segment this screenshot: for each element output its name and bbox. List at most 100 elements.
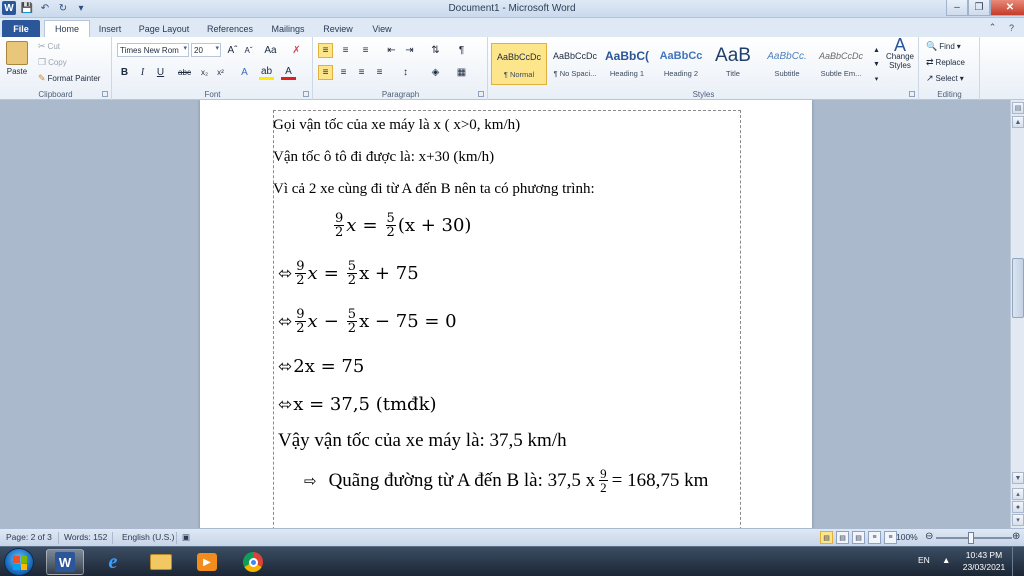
style-heading-2[interactable]: AaBbCc Heading 2 <box>653 43 709 85</box>
grow-font-icon[interactable]: Aˆ <box>225 43 240 58</box>
justify-icon[interactable]: ≡ <box>372 65 387 80</box>
vertical-scrollbar[interactable]: ▤ ▲ ▼ ▴ ● ▾ <box>1010 100 1024 528</box>
replace-button[interactable]: ⇄ Replace <box>926 57 965 68</box>
shrink-font-icon[interactable]: Aˇ <box>241 43 256 58</box>
cut-button[interactable]: ✂ Cut <box>38 41 60 52</box>
taskbar-chrome[interactable] <box>234 549 272 575</box>
zoom-in-icon[interactable]: ⊕ <box>1012 531 1020 542</box>
scroll-down-icon[interactable]: ▼ <box>1012 472 1024 484</box>
style-subtitle[interactable]: AaBbCc. Subtitle <box>759 43 815 85</box>
zoom-slider[interactable] <box>936 537 1012 539</box>
highlight-icon[interactable]: ab <box>259 65 274 80</box>
zoom-slider-thumb[interactable] <box>968 532 974 544</box>
page-indicator[interactable]: Page: 2 of 3 <box>6 532 52 542</box>
borders-icon[interactable]: ▦ <box>454 65 469 80</box>
language-indicator[interactable]: English (U.S.) <box>122 532 174 542</box>
clipboard-launcher[interactable] <box>102 91 108 97</box>
change-case-icon[interactable]: Aa <box>263 43 278 58</box>
decrease-indent-icon[interactable]: ⇤ <box>384 43 399 58</box>
ruler-toggle-icon[interactable]: ▤ <box>1012 102 1024 114</box>
previous-page-icon[interactable]: ▴ <box>1012 488 1024 500</box>
zoom-level[interactable]: 100% <box>896 532 918 542</box>
paste-button[interactable]: Paste <box>6 41 28 76</box>
restore-button[interactable]: ❐ <box>968 0 990 16</box>
minimize-button[interactable]: – <box>946 0 968 16</box>
subscript-icon[interactable]: x₂ <box>197 65 212 80</box>
styles-launcher[interactable] <box>909 91 915 97</box>
close-button[interactable]: ✕ <box>990 0 1024 16</box>
tab-references[interactable]: References <box>202 20 258 37</box>
style-normal[interactable]: AaBbCcDc ¶ Normal <box>491 43 547 85</box>
bold-icon[interactable]: B <box>117 65 132 80</box>
tab-review[interactable]: Review <box>318 20 358 37</box>
input-language[interactable]: EN <box>918 555 930 565</box>
styles-scroll-up-icon[interactable]: ▲ <box>869 43 884 58</box>
superscript-icon[interactable]: x² <box>213 65 228 80</box>
style-heading-1[interactable]: AaBbC( Heading 1 <box>599 43 655 85</box>
paragraph-launcher[interactable] <box>478 91 484 97</box>
multilevel-list-icon[interactable]: ≡ <box>358 43 373 58</box>
pilcrow-icon[interactable]: ¶ <box>454 43 469 58</box>
copy-button[interactable]: ❐ Copy <box>38 57 67 68</box>
italic-icon[interactable]: I <box>135 65 150 80</box>
full-screen-view-icon[interactable]: ▤ <box>836 531 849 544</box>
font-size-select[interactable]: 20 ▾ <box>191 43 221 57</box>
styles-scroll-down-icon[interactable]: ▼ <box>869 57 884 72</box>
numbering-icon[interactable]: ≡ <box>338 43 353 58</box>
next-page-icon[interactable]: ▾ <box>1012 514 1024 526</box>
bullets-icon[interactable]: ≡ <box>318 43 333 58</box>
document-page[interactable]: Gọi vận tốc của xe máy là x ( x>0, km/h)… <box>200 100 812 528</box>
style-no-spacing[interactable]: AaBbCcDc ¶ No Spaci... <box>547 43 603 85</box>
select-button[interactable]: ↗ Select ▾ <box>926 73 964 84</box>
clock-time[interactable]: 10:43 PM <box>962 550 1006 560</box>
underline-icon[interactable]: U <box>153 65 168 80</box>
zoom-out-icon[interactable]: ⊖ <box>925 531 933 542</box>
tray-expand-icon[interactable]: ▲ <box>942 555 950 565</box>
outline-view-icon[interactable]: ≡ <box>868 531 881 544</box>
taskbar-word[interactable]: W <box>46 549 84 575</box>
sort-icon[interactable]: ⇅ <box>428 43 443 58</box>
tab-view[interactable]: View <box>366 20 398 37</box>
text-effects-icon[interactable]: A <box>237 65 252 80</box>
find-button[interactable]: 🔍 Find ▾ <box>926 41 961 52</box>
print-layout-view-icon[interactable]: ▤ <box>820 531 833 544</box>
taskbar-media-player[interactable]: ▶ <box>188 549 226 575</box>
strikethrough-icon[interactable]: abc <box>177 65 192 80</box>
taskbar-file-explorer[interactable] <box>142 549 180 575</box>
scroll-up-icon[interactable]: ▲ <box>1012 116 1024 128</box>
align-right-icon[interactable]: ≡ <box>354 65 369 80</box>
tab-page-layout[interactable]: Page Layout <box>134 20 194 37</box>
editing-group: 🔍 Find ▾ ⇄ Replace ↗ Select ▾ Editing <box>920 37 980 100</box>
start-button[interactable] <box>4 548 34 576</box>
show-desktop-button[interactable] <box>1012 547 1024 576</box>
scroll-thumb[interactable] <box>1012 258 1024 318</box>
tab-mailings[interactable]: Mailings <box>266 20 310 37</box>
clock-date[interactable]: 23/03/2021 <box>962 562 1006 572</box>
taskbar-internet-explorer[interactable]: e <box>94 549 132 575</box>
word-count[interactable]: Words: 152 <box>64 532 107 542</box>
text-box[interactable]: Gọi vận tốc của xe máy là x ( x>0, km/h)… <box>273 110 741 528</box>
increase-indent-icon[interactable]: ⇥ <box>402 43 417 58</box>
style-title[interactable]: AaB Title <box>705 43 761 85</box>
clear-formatting-icon[interactable]: ✗ <box>289 43 304 58</box>
align-center-icon[interactable]: ≡ <box>336 65 351 80</box>
tab-home[interactable]: Home <box>44 20 90 37</box>
style-subtle-emphasis[interactable]: AaBbCcDc Subtle Em... <box>813 43 869 85</box>
macro-record-icon[interactable]: ▣ <box>182 532 190 543</box>
styles-more-icon[interactable]: ▾ <box>869 71 884 86</box>
change-styles-button[interactable]: A Change Styles <box>883 36 917 70</box>
browse-object-icon[interactable]: ● <box>1012 501 1024 513</box>
help-icon[interactable]: ? <box>1005 21 1018 34</box>
shading-icon[interactable]: ◈ <box>428 65 443 80</box>
align-left-icon[interactable]: ≡ <box>318 65 333 80</box>
font-launcher[interactable] <box>303 91 309 97</box>
minimize-ribbon-icon[interactable]: ⌃ <box>986 21 999 34</box>
line-spacing-icon[interactable]: ↕ <box>398 65 413 80</box>
font-color-icon[interactable]: A <box>281 65 296 80</box>
tab-file[interactable]: File <box>2 20 40 37</box>
font-family-select[interactable]: Times New Rom ▾ <box>117 43 189 57</box>
chrome-icon <box>243 552 263 572</box>
format-painter-button[interactable]: ✎ Format Painter <box>38 73 100 84</box>
web-layout-view-icon[interactable]: ▤ <box>852 531 865 544</box>
tab-insert[interactable]: Insert <box>92 20 128 37</box>
